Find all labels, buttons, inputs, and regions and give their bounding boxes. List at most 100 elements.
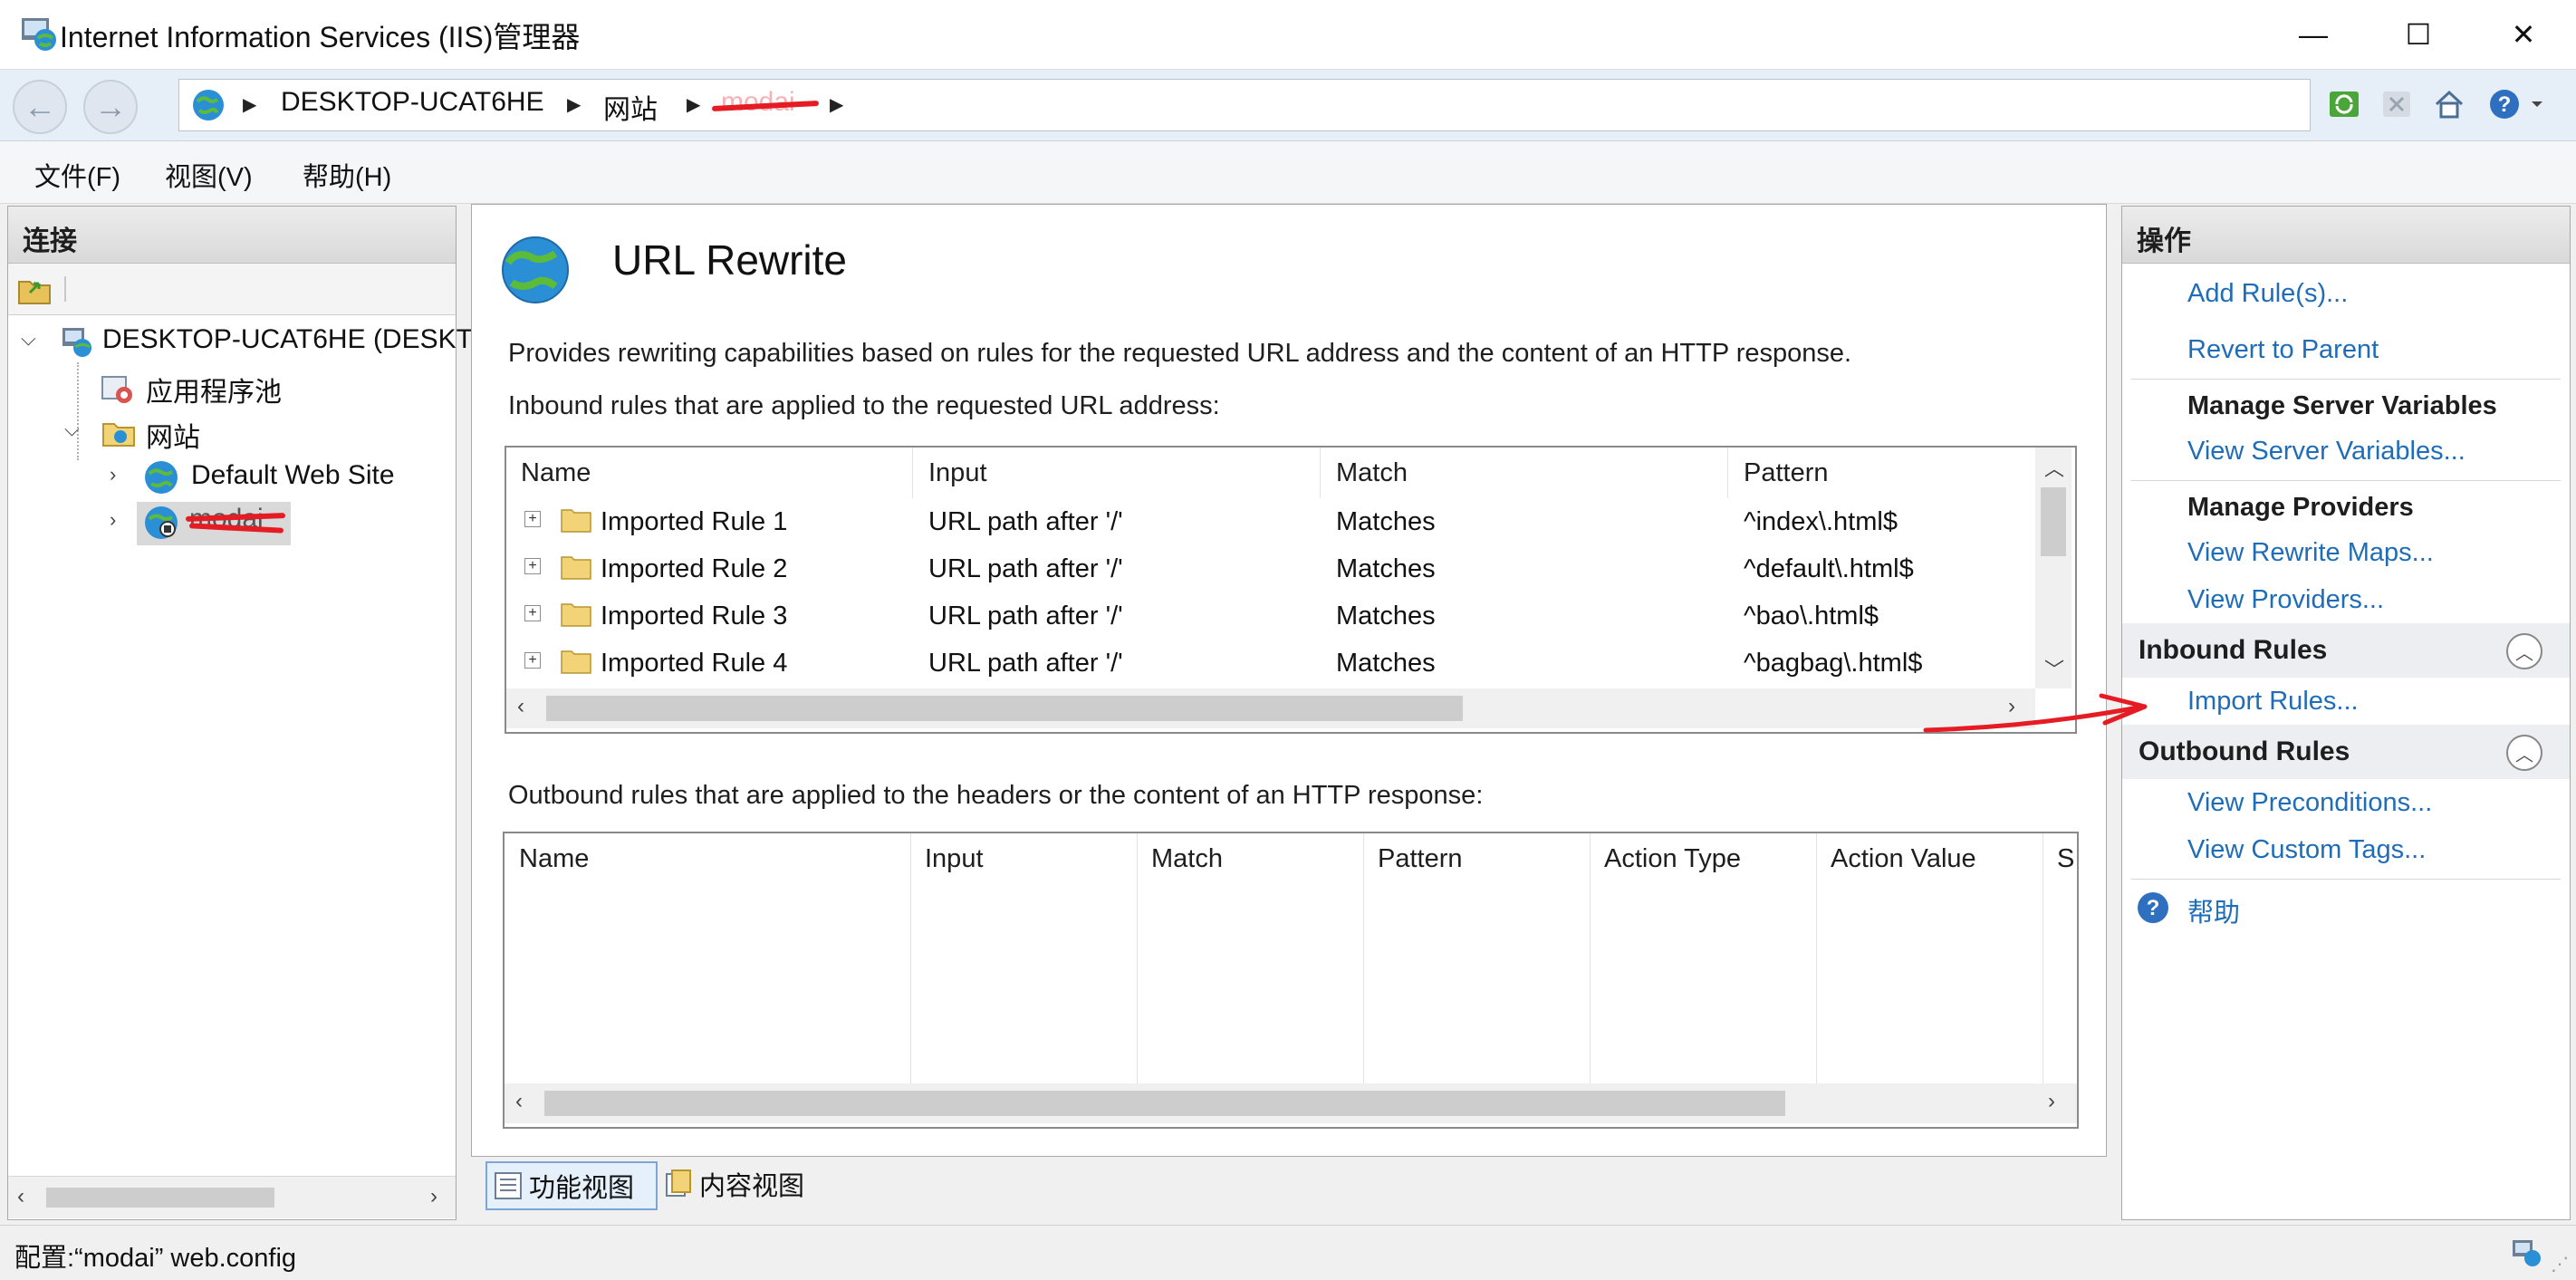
svg-text:?: ?	[2498, 92, 2512, 117]
rule-match: Matches	[1336, 554, 1436, 583]
website-globe-icon	[145, 461, 178, 494]
connect-icon[interactable]	[17, 273, 52, 305]
rule-input: URL path after '/'	[928, 649, 1123, 678]
scroll-left-icon[interactable]: ‹	[515, 1089, 523, 1114]
expand-plus-icon[interactable]: +	[524, 558, 541, 574]
resize-grip-icon[interactable]: ⋰	[2551, 1253, 2569, 1275]
scroll-left-icon[interactable]: ‹	[517, 694, 524, 719]
tree-default-web-site[interactable]: Default Web Site	[191, 460, 395, 491]
breadcrumb-sites[interactable]: 网站	[603, 87, 658, 127]
back-button[interactable]: ←	[13, 80, 67, 134]
import-rules-link[interactable]: Import Rules...	[2187, 687, 2359, 717]
column-header-input[interactable]: Input	[925, 844, 984, 874]
menu-file[interactable]: 文件(F)	[34, 156, 120, 194]
features-view-tab[interactable]: 功能视图	[485, 1161, 658, 1210]
column-header-name[interactable]: Name	[519, 844, 589, 874]
collapse-arrow-icon[interactable]: ⌵	[21, 327, 36, 351]
connections-header: 连接	[8, 207, 456, 264]
maximize-button[interactable]: ☐	[2366, 0, 2471, 69]
column-header-action-value[interactable]: Action Value	[1831, 844, 1976, 874]
breadcrumb-separator-icon: ▶	[567, 95, 582, 115]
view-preconditions-link[interactable]: View Preconditions...	[2187, 788, 2432, 818]
connections-horizontal-scrollbar[interactable]: ‹ ›	[8, 1176, 456, 1218]
inbound-rules-table: Name Input Match Pattern + Imported Rule…	[505, 446, 2077, 734]
revert-to-parent-link[interactable]: Revert to Parent	[2187, 335, 2379, 365]
tree-sites[interactable]: 网站	[146, 415, 200, 455]
inbound-horizontal-scrollbar[interactable]: ‹ ›	[506, 688, 2035, 728]
feature-description: Provides rewriting capabilities based on…	[508, 339, 1852, 368]
expand-arrow-icon[interactable]: ›	[110, 508, 116, 532]
view-custom-tags-link[interactable]: View Custom Tags...	[2187, 835, 2426, 865]
scroll-up-icon[interactable]: ︿	[2044, 453, 2064, 482]
rule-input: URL path after '/'	[928, 554, 1123, 583]
table-row[interactable]: + Imported Rule 4 URL path after '/' Mat…	[506, 640, 2075, 687]
tree-line	[77, 362, 80, 460]
help-link[interactable]: 帮助	[2187, 891, 2240, 929]
expand-plus-icon[interactable]: +	[524, 605, 541, 621]
table-row[interactable]: + Imported Rule 2 URL path after '/' Mat…	[506, 545, 2075, 592]
column-separator	[1137, 833, 1138, 1083]
content-view-label: 内容视图	[699, 1172, 805, 1201]
column-header-stop[interactable]: S	[2057, 844, 2074, 874]
folder-icon	[561, 556, 591, 580]
collapse-up-icon[interactable]: ︿	[2506, 633, 2542, 669]
column-separator	[1320, 448, 1321, 498]
help-dropdown-icon[interactable]: ?	[2482, 79, 2554, 130]
scroll-down-icon[interactable]: ﹀	[2044, 654, 2064, 683]
rule-match: Matches	[1336, 649, 1436, 678]
scroll-right-icon[interactable]: ›	[2048, 1089, 2055, 1114]
rule-pattern: ^bao\.html$	[1744, 602, 1879, 630]
scroll-thumb[interactable]	[546, 696, 1463, 721]
scroll-right-icon[interactable]: ›	[430, 1184, 437, 1209]
outbound-rules-section-header[interactable]: Outbound Rules ︿	[2122, 725, 2570, 779]
collapse-up-icon[interactable]: ︿	[2506, 735, 2542, 771]
column-header-input[interactable]: Input	[928, 458, 987, 488]
tree-app-pools[interactable]: 应用程序池	[146, 370, 282, 409]
inbound-table-header: Name Input Match Pattern	[506, 448, 2075, 498]
rule-match: Matches	[1336, 507, 1436, 536]
forward-button[interactable]: →	[83, 80, 138, 134]
content-view-tab[interactable]: 内容视图	[659, 1161, 822, 1207]
outbound-horizontal-scrollbar[interactable]: ‹ ›	[505, 1083, 2077, 1123]
scroll-left-icon[interactable]: ‹	[17, 1184, 24, 1209]
column-header-name[interactable]: Name	[521, 458, 591, 488]
help-icon[interactable]: ?	[2135, 890, 2171, 926]
column-header-pattern[interactable]: Pattern	[1378, 844, 1463, 874]
view-rewrite-maps-link[interactable]: View Rewrite Maps...	[2187, 538, 2434, 568]
rule-pattern: ^bagbag\.html$	[1744, 649, 1923, 678]
expand-arrow-icon[interactable]: ›	[110, 463, 116, 486]
view-server-variables-link[interactable]: View Server Variables...	[2187, 437, 2465, 467]
stop-icon[interactable]	[2373, 79, 2420, 130]
server-icon	[62, 328, 91, 357]
breadcrumb-server[interactable]: DESKTOP-UCAT6HE	[281, 87, 544, 118]
scroll-thumb[interactable]	[544, 1091, 1785, 1116]
view-providers-link[interactable]: View Providers...	[2187, 585, 2384, 615]
menu-help[interactable]: 帮助(H)	[303, 156, 391, 194]
close-button[interactable]: ✕	[2471, 0, 2576, 69]
breadcrumb-separator-icon: ▶	[687, 95, 701, 115]
address-bar[interactable]: ▶ DESKTOP-UCAT6HE ▶ 网站 ▶ modai ▶	[178, 79, 2311, 131]
column-header-match[interactable]: Match	[1336, 458, 1408, 488]
minimize-button[interactable]: —	[2261, 0, 2366, 69]
sites-folder-icon	[102, 423, 135, 447]
home-icon[interactable]	[2426, 79, 2473, 130]
table-row[interactable]: + Imported Rule 1 URL path after '/' Mat…	[506, 498, 2075, 545]
column-separator	[910, 833, 911, 1083]
add-rules-link[interactable]: Add Rule(s)...	[2187, 279, 2348, 309]
table-row[interactable]: + Imported Rule 3 URL path after '/' Mat…	[506, 592, 2075, 640]
column-header-action-type[interactable]: Action Type	[1604, 844, 1741, 874]
scroll-thumb[interactable]	[2041, 487, 2066, 556]
red-annotation-arrow	[1923, 693, 2148, 733]
menu-view[interactable]: 视图(V)	[165, 156, 253, 194]
column-header-pattern[interactable]: Pattern	[1744, 458, 1829, 488]
rule-pattern: ^index\.html$	[1744, 507, 1898, 536]
expand-plus-icon[interactable]: +	[524, 511, 541, 527]
collapse-arrow-icon[interactable]: ⌵	[64, 418, 80, 441]
refresh-icon[interactable]	[2321, 79, 2368, 130]
inbound-vertical-scrollbar[interactable]: ︿ ﹀	[2035, 448, 2071, 688]
inbound-rules-section-header[interactable]: Inbound Rules ︿	[2122, 623, 2570, 678]
expand-plus-icon[interactable]: +	[524, 652, 541, 669]
scroll-thumb[interactable]	[46, 1188, 274, 1208]
column-header-match[interactable]: Match	[1151, 844, 1223, 874]
actions-header: 操作	[2122, 207, 2570, 264]
